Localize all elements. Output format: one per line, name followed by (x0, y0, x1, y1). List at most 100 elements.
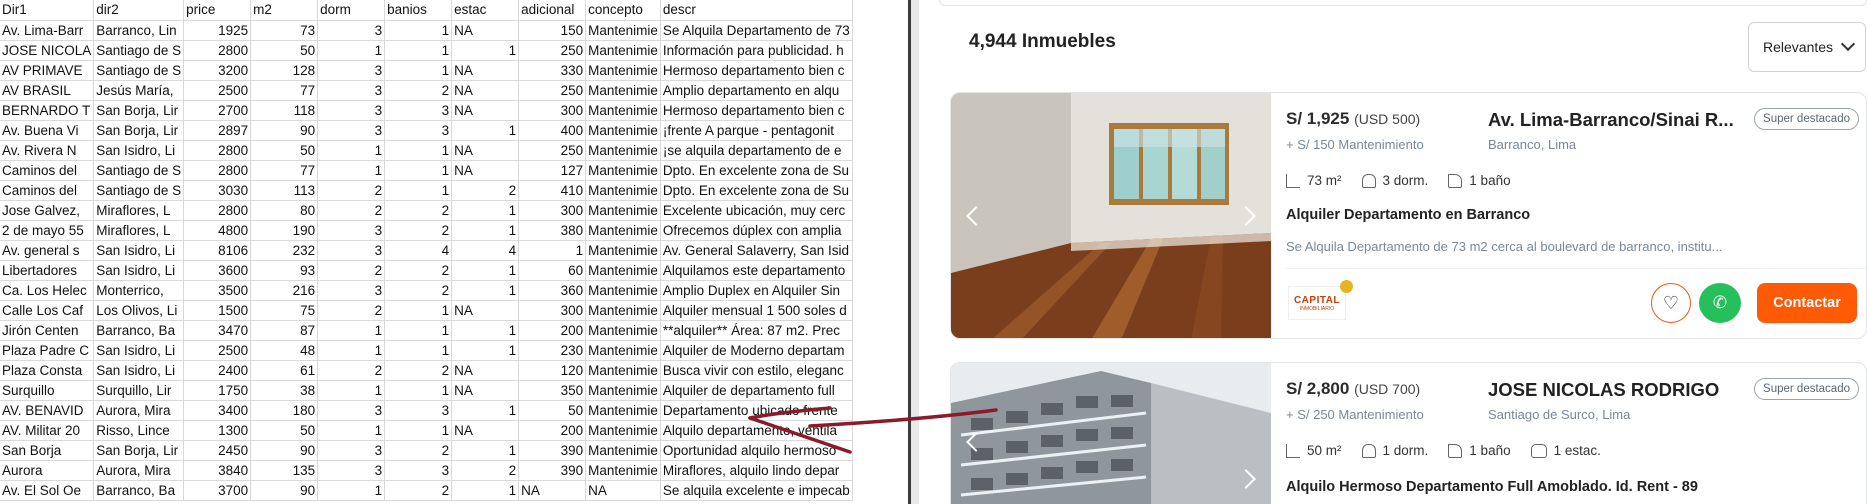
whatsapp-button[interactable]: ✆ (1699, 283, 1741, 323)
table-cell[interactable]: Hermoso departamento bien c (660, 100, 853, 121)
table-cell[interactable]: Mantenimie (585, 100, 661, 121)
table-cell[interactable]: NA (451, 420, 520, 441)
table-cell[interactable]: 60 (518, 260, 587, 281)
table-cell[interactable]: Aurora, Mira (93, 400, 185, 421)
table-cell[interactable]: 4800 (183, 220, 252, 241)
table-cell[interactable]: 350 (518, 380, 587, 401)
table-cell[interactable]: San Borja, Lir (93, 120, 185, 141)
table-cell[interactable]: 77 (250, 160, 319, 181)
table-cell[interactable]: Alquilamos este departamento (660, 260, 853, 281)
table-cell[interactable]: 2 (384, 440, 453, 461)
table-cell[interactable]: Santiago de S (93, 160, 185, 181)
table-cell[interactable]: Santiago de S (93, 60, 185, 81)
table-cell[interactable]: 3470 (183, 320, 252, 341)
table-cell[interactable]: 200 (518, 420, 587, 441)
column-header[interactable]: dir2 (93, 0, 185, 21)
listing-title[interactable]: Alquiler Departamento en Barranco (1286, 207, 1530, 223)
table-cell[interactable]: 150 (518, 20, 587, 41)
table-cell[interactable]: Alquiler de departamento full (660, 380, 853, 401)
table-cell[interactable]: 2800 (183, 140, 252, 161)
column-header[interactable]: m2 (250, 0, 319, 21)
listing-card[interactable]: S/ 2,800 (USD 700) + S/ 250 Mantenimient… (950, 362, 1867, 504)
table-cell[interactable]: 330 (518, 60, 587, 81)
table-cell[interactable]: Mantenimie (585, 240, 661, 261)
table-cell[interactable]: 3 (317, 220, 386, 241)
table-cell[interactable]: 1 (317, 340, 386, 361)
table-cell[interactable]: 1 (384, 340, 453, 361)
table-cell[interactable]: Mantenimie (585, 440, 661, 461)
table-cell[interactable]: 90 (250, 480, 319, 501)
table-cell[interactable]: 1 (451, 200, 520, 221)
table-cell[interactable]: Caminos del (0, 160, 95, 181)
table-cell[interactable]: 1 (384, 60, 453, 81)
table-cell[interactable]: NA (451, 20, 520, 41)
table-cell[interactable]: 127 (518, 160, 587, 181)
table-cell[interactable]: 2 (384, 80, 453, 101)
table-cell[interactable]: NA (451, 300, 520, 321)
table-cell[interactable]: 2 (451, 460, 520, 481)
table-cell[interactable]: Los Olivos, Li (93, 300, 185, 321)
table-cell[interactable]: NA (585, 480, 661, 501)
table-cell[interactable]: 2 (384, 220, 453, 241)
table-cell[interactable]: Amplio departamento en alqu (660, 80, 853, 101)
table-cell[interactable]: 2 (317, 180, 386, 201)
listing-card[interactable]: S/ 1,925 (USD 500) + S/ 150 Mantenimient… (950, 92, 1867, 339)
table-cell[interactable]: 300 (518, 300, 587, 321)
table-cell[interactable]: Jirón Centen (0, 320, 95, 341)
table-cell[interactable]: 2897 (183, 120, 252, 141)
table-cell[interactable]: Ofrecemos dúplex con amplia (660, 220, 853, 241)
table-cell[interactable]: ¡se alquila departamento de e (660, 140, 853, 161)
table-cell[interactable]: 2 (384, 360, 453, 381)
table-cell[interactable]: Mantenimie (585, 340, 661, 361)
table-cell[interactable]: 48 (250, 340, 319, 361)
table-cell[interactable]: Mantenimie (585, 200, 661, 221)
table-cell[interactable]: 1 (384, 140, 453, 161)
table-cell[interactable]: 8106 (183, 240, 252, 261)
table-cell[interactable]: San Isidro, Li (93, 260, 185, 281)
table-cell[interactable]: 1 (451, 480, 520, 501)
table-cell[interactable]: 1 (384, 380, 453, 401)
table-cell[interactable]: 1 (317, 40, 386, 61)
table-cell[interactable]: 87 (250, 320, 319, 341)
table-cell[interactable]: Oportunidad alquilo hermoso (660, 440, 853, 461)
table-cell[interactable]: 1 (451, 280, 520, 301)
listing-photo[interactable] (951, 93, 1271, 338)
table-cell[interactable]: Excelente ubicación, muy cerc (660, 200, 853, 221)
table-cell[interactable]: Mantenimie (585, 400, 661, 421)
table-cell[interactable]: Mantenimie (585, 360, 661, 381)
table-cell[interactable]: NA (451, 100, 520, 121)
table-cell[interactable]: Mantenimie (585, 380, 661, 401)
favorite-button[interactable]: ♡ (1651, 283, 1691, 323)
table-cell[interactable]: 1 (451, 440, 520, 461)
table-cell[interactable]: JOSE NICOLA (0, 40, 95, 61)
table-cell[interactable]: Surquillo (0, 380, 95, 401)
table-cell[interactable]: San Isidro, Li (93, 140, 185, 161)
table-cell[interactable]: Mantenimie (585, 280, 661, 301)
table-cell[interactable]: 2500 (183, 340, 252, 361)
table-cell[interactable]: 360 (518, 280, 587, 301)
table-cell[interactable]: 3 (384, 400, 453, 421)
table-cell[interactable]: 232 (250, 240, 319, 261)
table-cell[interactable]: NA (451, 60, 520, 81)
table-cell[interactable]: 135 (250, 460, 319, 481)
table-cell[interactable]: 77 (250, 80, 319, 101)
table-cell[interactable]: 3 (384, 120, 453, 141)
table-cell[interactable]: 1 (384, 300, 453, 321)
table-cell[interactable]: Av. Buena Vi (0, 120, 95, 141)
table-cell[interactable]: 50 (250, 40, 319, 61)
table-cell[interactable]: 250 (518, 40, 587, 61)
contact-button[interactable]: Contactar (1757, 283, 1857, 323)
table-cell[interactable]: 250 (518, 80, 587, 101)
table-cell[interactable]: NA (451, 140, 520, 161)
table-cell[interactable]: Miraflores, L (93, 200, 185, 221)
table-cell[interactable]: 50 (250, 420, 319, 441)
table-cell[interactable]: 300 (518, 200, 587, 221)
table-cell[interactable]: Av. Rivera N (0, 140, 95, 161)
table-cell[interactable]: Mantenimie (585, 320, 661, 341)
table-cell[interactable]: Alquilo departamento, ventila (660, 420, 853, 441)
table-cell[interactable]: 190 (250, 220, 319, 241)
table-cell[interactable]: Mantenimie (585, 260, 661, 281)
table-cell[interactable]: 3 (384, 100, 453, 121)
table-cell[interactable]: Ca. Los Helec (0, 280, 95, 301)
column-header[interactable]: banios (384, 0, 453, 21)
